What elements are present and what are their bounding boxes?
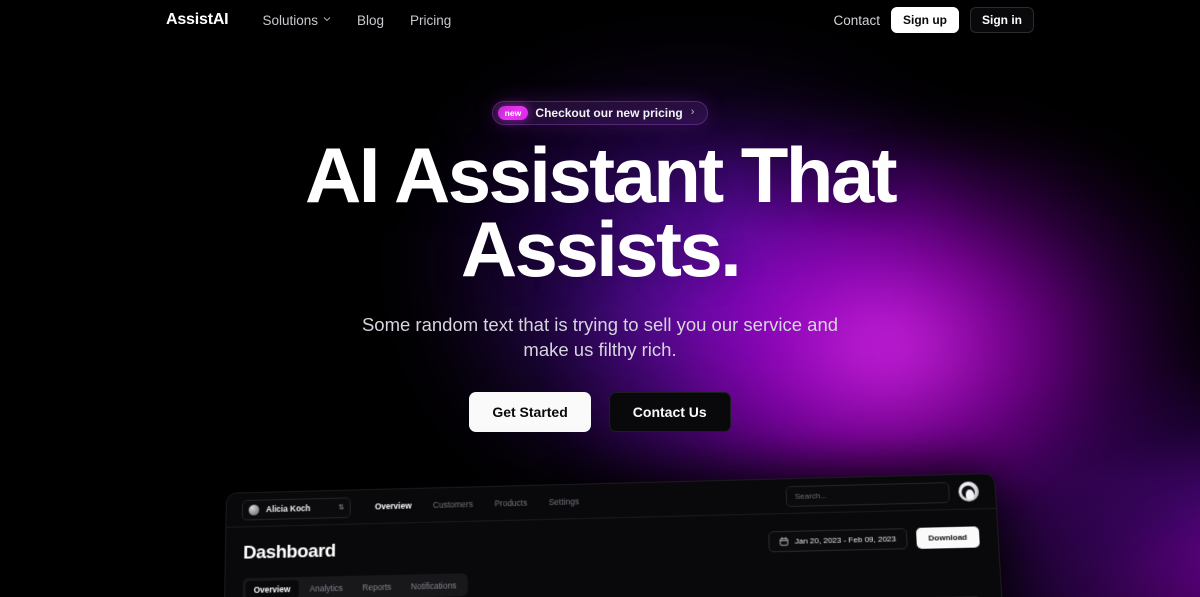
landing-page: AssistAI Solutions Blog Pricing Contact …: [0, 0, 1200, 597]
hero-subheading: Some random text that is trying to sell …: [360, 313, 840, 363]
nav-links: Solutions Blog Pricing: [262, 13, 451, 28]
new-tag: new: [498, 106, 529, 120]
team-switcher[interactable]: Alicia Koch ⇅: [242, 497, 351, 520]
dashboard-tabs: Overview Analytics Reports Notifications: [242, 573, 467, 597]
tab-reports[interactable]: Reports: [354, 577, 401, 596]
chevron-down-icon: [323, 15, 331, 23]
team-avatar: [249, 504, 260, 515]
tab-analytics[interactable]: Analytics: [301, 578, 352, 597]
brand-logo[interactable]: AssistAI: [166, 11, 228, 29]
avatar[interactable]: [958, 481, 979, 501]
dashboard-header-actions: Jan 20, 2023 - Feb 09, 2023 Download: [768, 526, 980, 552]
calendar-icon: [780, 537, 789, 546]
sign-in-button[interactable]: Sign in: [970, 7, 1034, 33]
top-navbar: AssistAI Solutions Blog Pricing Contact …: [0, 0, 1200, 40]
dashboard-nav-settings[interactable]: Settings: [549, 496, 579, 507]
team-switcher-label: Alicia Koch: [266, 503, 311, 514]
dashboard-preview-stage: Alicia Koch ⇅ Overview Customers Product…: [0, 455, 1200, 597]
dashboard-nav: Overview Customers Products Settings: [375, 496, 579, 511]
date-range-label: Jan 20, 2023 - Feb 09, 2023: [795, 534, 897, 545]
dashboard-nav-customers[interactable]: Customers: [433, 499, 473, 510]
page-title: AI Assistant That Assists.: [0, 138, 1200, 288]
pricing-announcement-label: Checkout our new pricing: [535, 107, 682, 119]
dashboard-title: Dashboard: [243, 542, 336, 563]
hero-cta-row: Get Started Contact Us: [0, 392, 1200, 432]
date-range-picker[interactable]: Jan 20, 2023 - Feb 09, 2023: [768, 528, 907, 552]
chevron-right-icon: ›: [691, 107, 695, 118]
nav-item-solutions-label: Solutions: [262, 13, 318, 28]
dashboard-nav-overview[interactable]: Overview: [375, 501, 412, 512]
nav-item-pricing[interactable]: Pricing: [410, 13, 451, 28]
nav-item-solutions[interactable]: Solutions: [262, 13, 331, 28]
contact-us-button[interactable]: Contact Us: [609, 392, 731, 432]
nav-item-pricing-label: Pricing: [410, 13, 451, 28]
dashboard-topbar-right: [785, 481, 979, 507]
nav-actions: Contact Sign up Sign in: [833, 7, 1034, 33]
nav-item-blog-label: Blog: [357, 13, 384, 28]
dashboard-header-row: Dashboard Jan 20, 2023 - Feb 09, 2023 Do…: [243, 526, 980, 564]
download-button[interactable]: Download: [916, 526, 980, 549]
dashboard-preview: Alicia Koch ⇅ Overview Customers Product…: [220, 473, 1015, 597]
hero-section: new Checkout our new pricing › AI Assist…: [0, 0, 1200, 432]
nav-item-blog[interactable]: Blog: [357, 13, 384, 28]
pricing-announcement-badge[interactable]: new Checkout our new pricing ›: [492, 101, 709, 125]
get-started-button[interactable]: Get Started: [469, 392, 590, 432]
nav-item-contact[interactable]: Contact: [833, 13, 880, 28]
chevron-up-down-icon: ⇅: [338, 504, 344, 511]
dashboard-nav-products[interactable]: Products: [494, 498, 527, 509]
tab-notifications[interactable]: Notifications: [402, 576, 465, 595]
sign-up-button[interactable]: Sign up: [891, 7, 959, 33]
tab-overview[interactable]: Overview: [245, 579, 299, 597]
search-input[interactable]: [785, 482, 950, 507]
